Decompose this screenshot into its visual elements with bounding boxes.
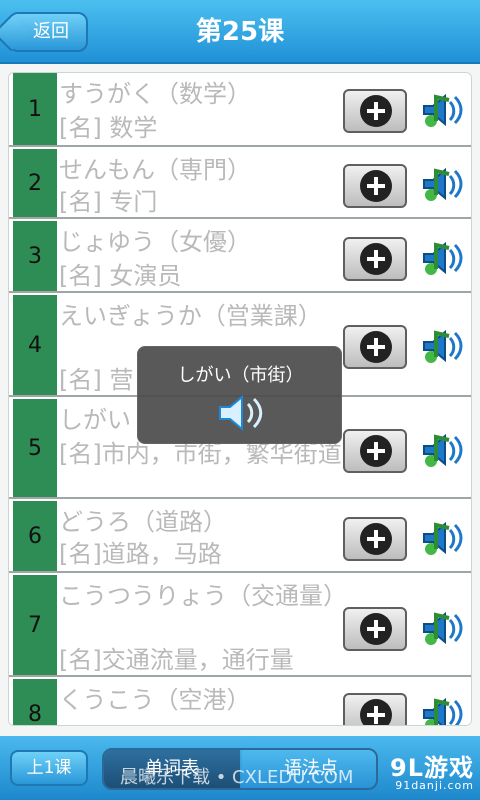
add-word-button[interactable]: [343, 607, 407, 651]
vocab-meaning: [名]道路，马路: [59, 540, 222, 568]
popup-word: しがい（市街）: [177, 365, 304, 386]
list-item[interactable]: 3 じょゆう（女優） [名] 女演员: [9, 221, 471, 293]
watermark-text: 晨曦乐下载 • CXLEDU.COM: [120, 767, 354, 788]
plus-icon: [360, 435, 392, 467]
plus-icon: [360, 699, 392, 725]
list-item[interactable]: 6 どうろ（道路） [名]道路，马路: [9, 501, 471, 573]
pronunciation-popup[interactable]: しがい（市街）: [137, 346, 342, 444]
plus-icon: [360, 331, 392, 363]
row-number: 8: [13, 679, 57, 725]
header-bar: 返回 第25课: [0, 0, 480, 64]
speaker-icon[interactable]: [218, 393, 268, 433]
row-number: 1: [13, 73, 57, 145]
vocab-word: せんもん（専門）: [59, 156, 251, 184]
speaker-icon[interactable]: [419, 691, 465, 726]
vocab-word: こうつうりょう（交通量）: [59, 582, 347, 610]
add-word-button[interactable]: [343, 429, 407, 473]
list-item[interactable]: 7 こうつうりょう（交通量） [名]交通流量，通行量: [9, 575, 471, 677]
list-item[interactable]: 2 せんもん（専門） [名] 专门: [9, 149, 471, 219]
row-number: 4: [13, 295, 57, 395]
vocab-meaning: [名] 女演员: [59, 262, 182, 290]
plus-icon: [360, 243, 392, 275]
add-word-button[interactable]: [343, 693, 407, 725]
speaker-icon[interactable]: [419, 323, 465, 369]
logo: 9L游戏 91danji.com: [390, 754, 474, 792]
list-item[interactable]: 8 くうこう（空港）: [9, 679, 471, 726]
vocab-word: すうがく（数学）: [59, 80, 251, 108]
plus-icon: [360, 95, 392, 127]
add-word-button[interactable]: [343, 89, 407, 133]
page-title: 第25课: [195, 17, 285, 47]
vocab-word: じょゆう（女優）: [59, 228, 251, 256]
app: 返回 第25课 1 すうがく（数学） [名] 数学 2 せんもん（専門） [名]…: [0, 0, 480, 800]
add-word-button[interactable]: [343, 164, 407, 208]
vocab-word: えいぎょうか（営業課）: [59, 302, 322, 330]
add-word-button[interactable]: [343, 325, 407, 369]
vocab-meaning: [名] 专门: [59, 188, 158, 216]
speaker-icon[interactable]: [419, 87, 465, 133]
row-number: 3: [13, 221, 57, 291]
row-number: 6: [13, 501, 57, 571]
row-number: 7: [13, 575, 57, 675]
vocab-word: くうこう（空港）: [59, 686, 251, 714]
speaker-icon[interactable]: [419, 161, 465, 207]
vocab-meaning: [名]交通流量，通行量: [59, 646, 294, 674]
row-number: 2: [13, 149, 57, 217]
speaker-icon[interactable]: [419, 427, 465, 473]
vocab-word: どうろ（道路）: [59, 508, 227, 536]
row-number: 5: [13, 399, 57, 497]
add-word-button[interactable]: [343, 517, 407, 561]
add-word-button[interactable]: [343, 237, 407, 281]
speaker-icon[interactable]: [419, 235, 465, 281]
plus-icon: [360, 613, 392, 645]
list-item[interactable]: 1 すうがく（数学） [名] 数学: [9, 73, 471, 147]
previous-lesson-button[interactable]: 上1课: [10, 750, 88, 786]
speaker-icon[interactable]: [419, 515, 465, 561]
plus-icon: [360, 523, 392, 555]
plus-icon: [360, 170, 392, 202]
vocab-meaning: [名] 数学: [59, 114, 158, 142]
speaker-icon[interactable]: [419, 605, 465, 651]
